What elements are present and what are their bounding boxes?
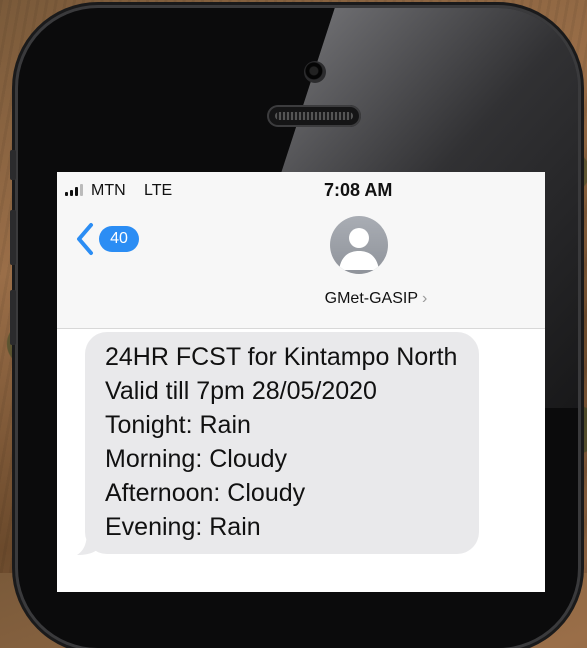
side-button-volume-up — [10, 210, 16, 265]
message-line: 24HR FCST for Kintampo North — [105, 343, 458, 371]
front-camera — [304, 61, 326, 83]
phone-screen: MTN LTE 7:08 AM 40 GMet-GASIP › 24HR FCST… — [57, 172, 545, 592]
contact-name-row[interactable]: GMet-GASIP › — [57, 290, 545, 308]
conversation-header: 40 GMet-GASIP › — [57, 208, 545, 329]
message-line: Morning: Cloudy — [105, 445, 288, 473]
side-button-top — [10, 150, 16, 180]
status-time: 7:08 AM — [324, 180, 393, 200]
person-silhouette-icon — [339, 228, 379, 270]
chevron-left-icon[interactable] — [75, 222, 95, 256]
earpiece-speaker — [267, 105, 361, 127]
message-line: Evening: Rain — [105, 513, 261, 541]
message-line: Afternoon: Cloudy — [105, 479, 306, 507]
signal-bars-icon — [65, 184, 83, 196]
side-button-volume-down — [10, 290, 16, 345]
message-line: Tonight: Rain — [105, 411, 251, 439]
network-type: LTE — [144, 182, 173, 199]
status-bar: MTN LTE 7:08 AM — [57, 172, 545, 208]
contact-name: GMet-GASIP — [324, 290, 419, 307]
unread-count-badge[interactable]: 40 — [99, 226, 139, 252]
message-bubble[interactable]: 24HR FCST for Kintampo North Valid till … — [85, 332, 479, 554]
message-line: Valid till 7pm 28/05/2020 — [105, 377, 377, 405]
carrier-name: MTN — [91, 182, 126, 199]
contact-avatar[interactable] — [330, 216, 388, 274]
chevron-right-icon: › — [422, 290, 428, 307]
message-text: 24HR FCST for Kintampo North Valid till … — [105, 340, 457, 544]
